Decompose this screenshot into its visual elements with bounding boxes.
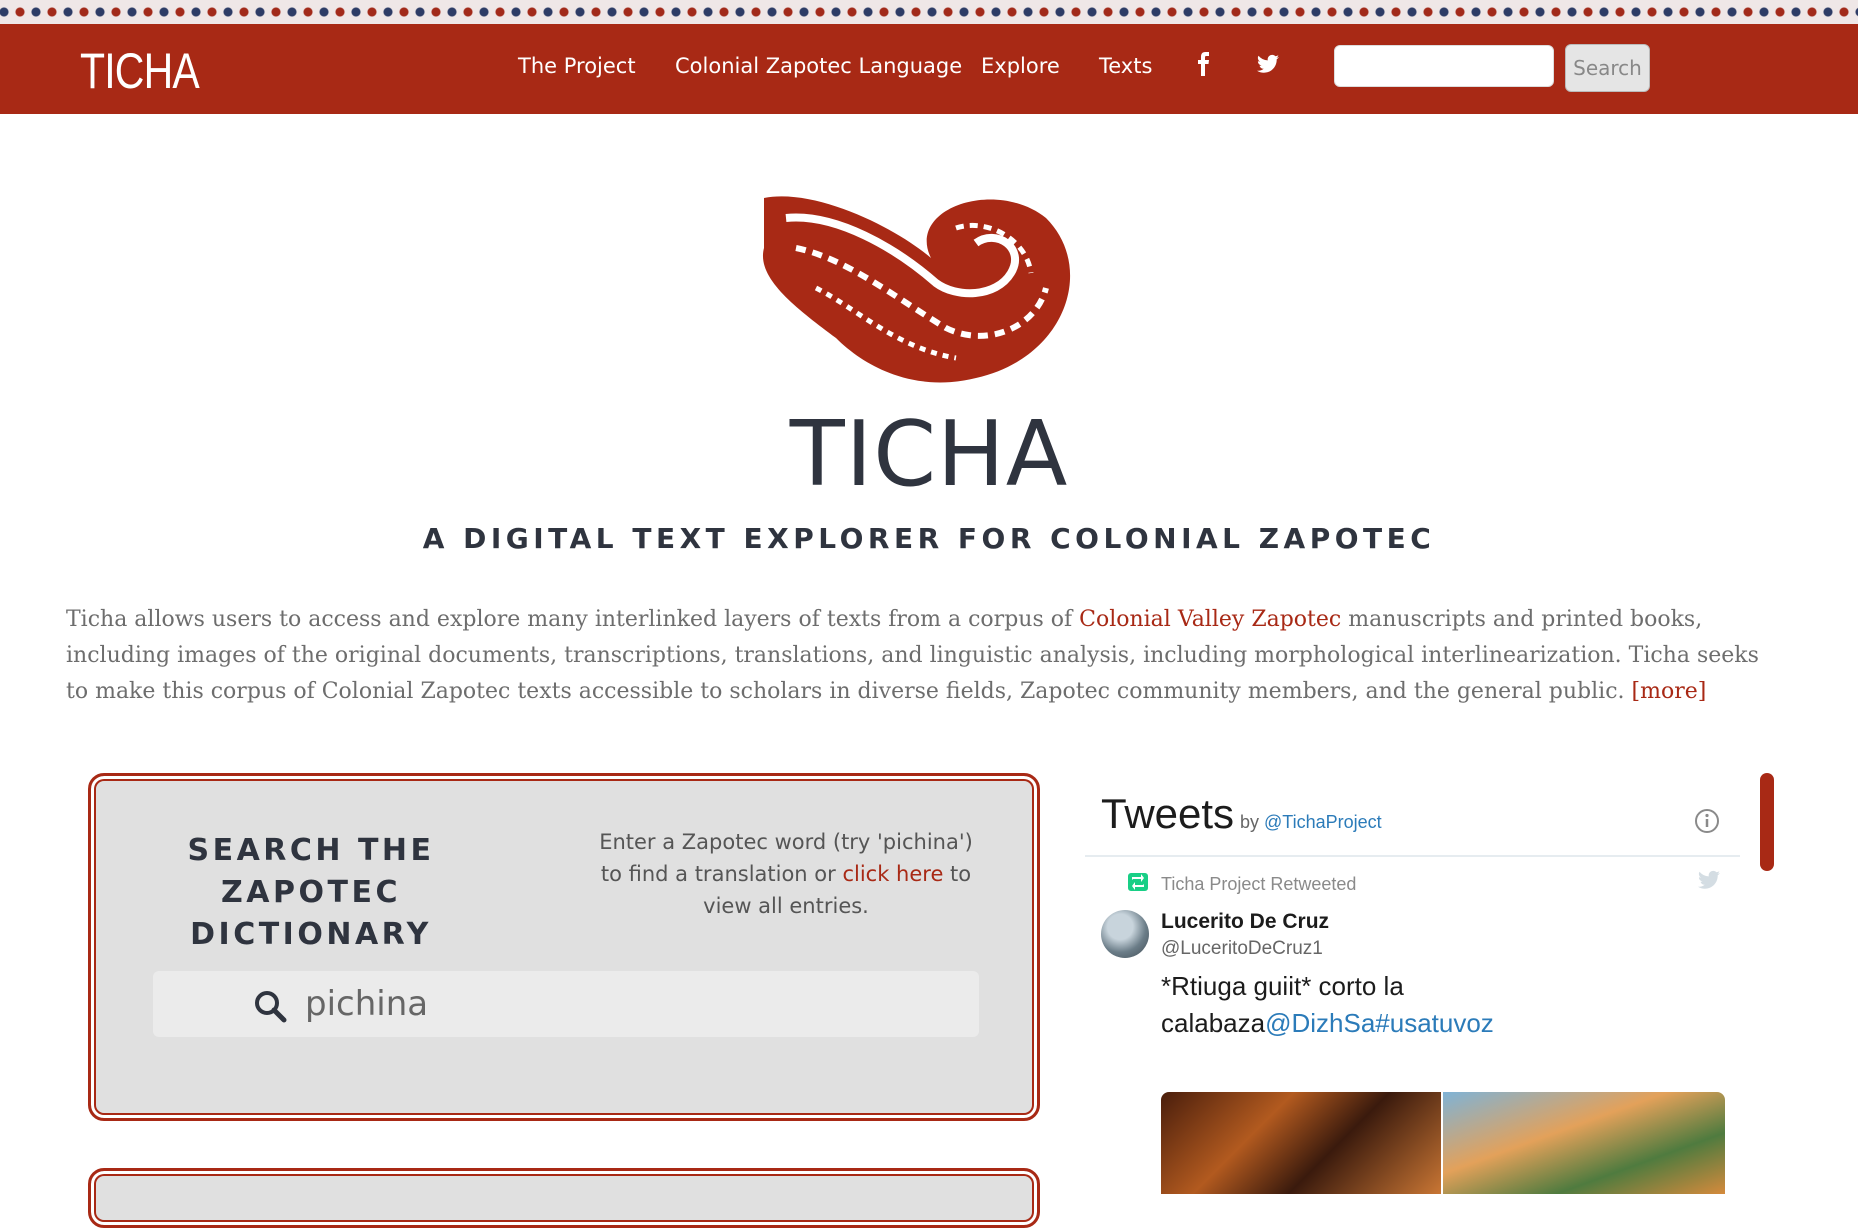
secondary-card <box>88 1168 1040 1228</box>
tweet-text-links[interactable]: @DizhSa#usatuvoz <box>1265 1008 1494 1038</box>
twitter-bird-icon[interactable] <box>1697 870 1721 892</box>
nav-link-texts[interactable]: Texts <box>1099 54 1152 78</box>
ticha-logo-emblem <box>762 196 1071 383</box>
scrollbar[interactable] <box>1760 773 1774 871</box>
intro-text-start: Ticha allows users to access and explore… <box>66 607 1080 632</box>
info-icon[interactable] <box>1694 808 1720 834</box>
tweets-by-line: by @TichaProject <box>1240 812 1382 833</box>
tweet-author-handle[interactable]: @LuceritoDeCruz1 <box>1161 938 1323 960</box>
intro-paragraph: Ticha allows users to access and explore… <box>66 602 1786 710</box>
more-link[interactable]: [more] <box>1632 679 1707 704</box>
nav-link-colonial-zapotec-language[interactable]: Colonial Zapotec Language <box>675 54 962 78</box>
twitter-timeline-widget: Tweets by @TichaProject Ticha Project Re… <box>1085 770 1740 1194</box>
search-icon <box>255 991 287 1023</box>
tweet-text: *Rtiuga guiit* corto la calabaza@DizhSa#… <box>1161 968 1541 1042</box>
twitter-icon[interactable] <box>1256 52 1280 76</box>
page-title: TICHA <box>789 402 1069 507</box>
retweet-label: Ticha Project Retweeted <box>1161 874 1357 894</box>
dictionary-search-input[interactable]: pichina <box>153 971 979 1037</box>
view-all-entries-link[interactable]: click here <box>842 862 943 886</box>
nav-link-explore[interactable]: Explore <box>981 54 1060 78</box>
facebook-icon[interactable] <box>1192 52 1216 76</box>
top-navbar: TICHA The Project Colonial Zapotec Langu… <box>0 24 1858 114</box>
tweets-title: Tweets <box>1101 790 1235 837</box>
decorative-pattern-band <box>0 0 1858 24</box>
brand-logo[interactable]: TICHA <box>80 42 200 100</box>
avatar[interactable] <box>1101 910 1149 958</box>
tweets-account-link[interactable]: @TichaProject <box>1264 812 1382 832</box>
nav-search-button[interactable]: Search <box>1565 44 1650 92</box>
tweets-divider <box>1085 855 1740 857</box>
dictionary-help-text: Enter a Zapotec word (try 'pichina') to … <box>591 826 981 922</box>
retweet-icon <box>1128 873 1148 891</box>
dictionary-search-value[interactable]: pichina <box>305 984 428 1024</box>
page-subtitle: A DIGITAL TEXT EXPLORER FOR COLONIAL ZAP… <box>422 522 1436 555</box>
tweet-author-name[interactable]: Lucerito De Cruz <box>1161 910 1329 934</box>
dictionary-search-card: SEARCH THE ZAPOTEC DICTIONARY Enter a Za… <box>88 773 1040 1121</box>
colonial-valley-zapotec-link[interactable]: Colonial Valley Zapotec <box>1079 607 1341 632</box>
dictionary-heading: SEARCH THE ZAPOTEC DICTIONARY <box>187 833 435 952</box>
tweets-by-label: by <box>1240 812 1265 832</box>
nav-link-the-project[interactable]: The Project <box>518 54 636 78</box>
tweet-photo[interactable] <box>1443 1092 1725 1194</box>
tweet-photo[interactable] <box>1161 1092 1441 1194</box>
nav-search-input[interactable] <box>1334 45 1554 87</box>
